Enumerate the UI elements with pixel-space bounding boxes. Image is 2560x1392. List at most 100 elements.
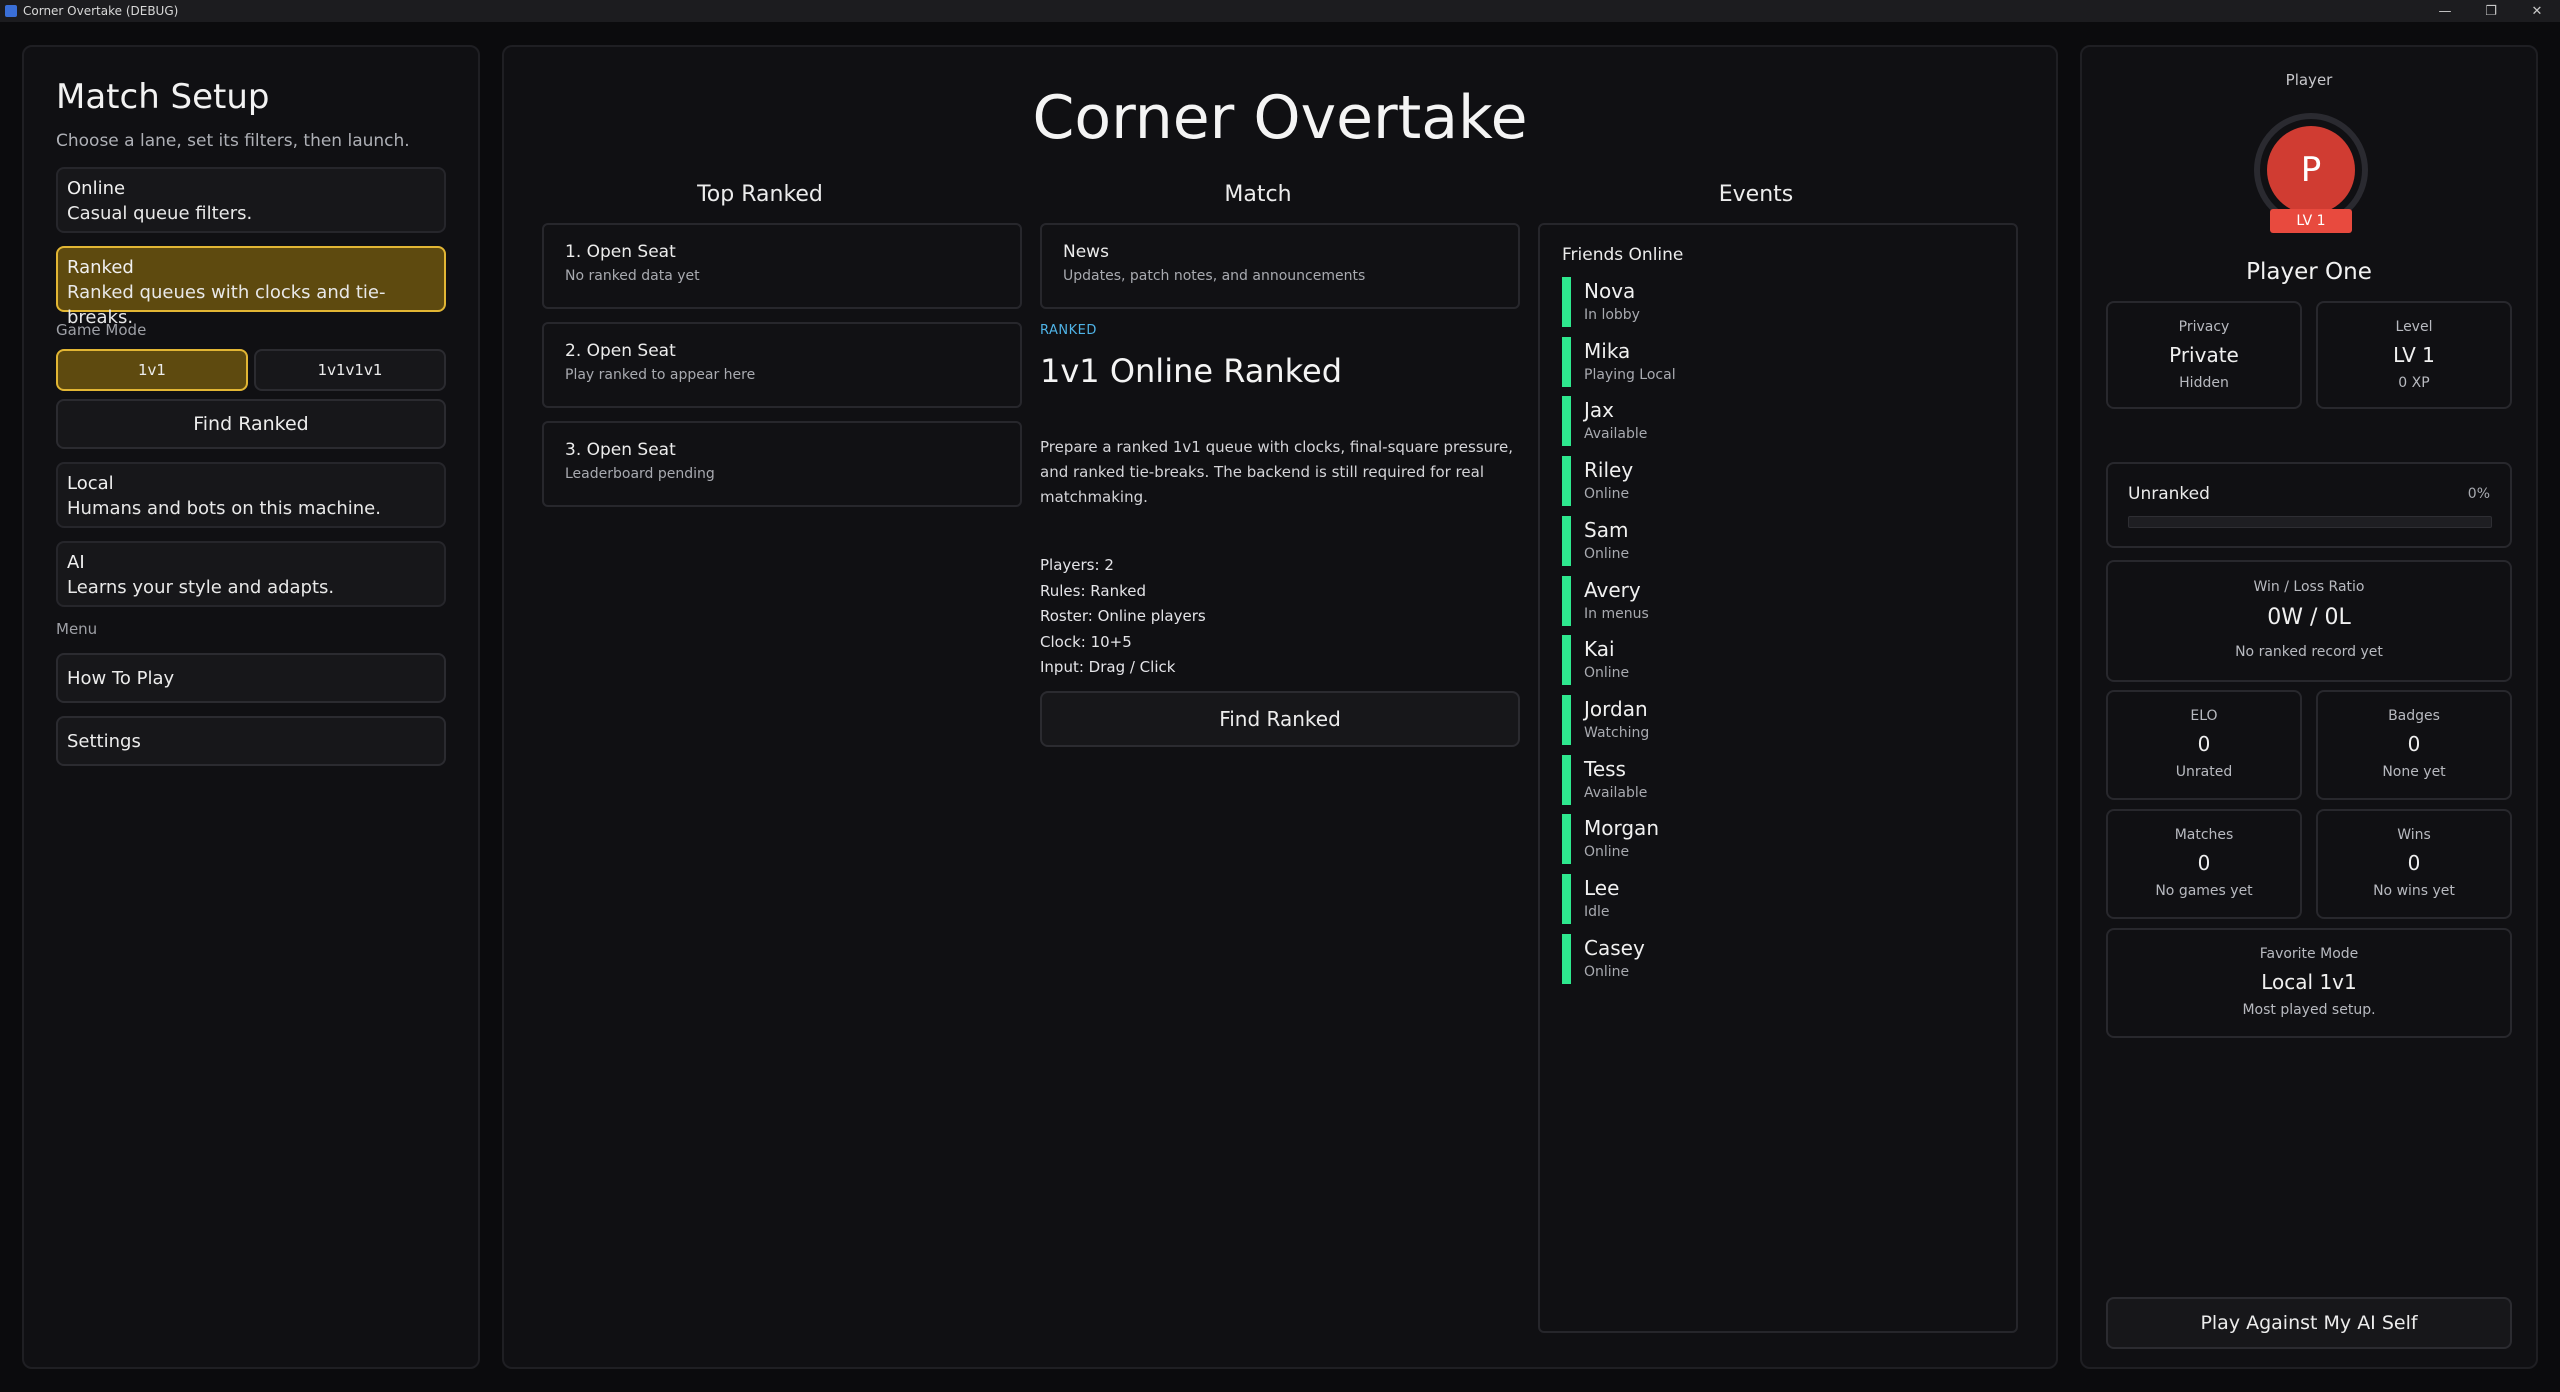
tile-value: 0 [2197, 732, 2211, 756]
friend-name: Jax [1584, 398, 1614, 423]
friend-status: Online [1584, 963, 1630, 980]
card-subtitle: No ranked data yet [565, 268, 700, 284]
top-ranked-card-2[interactable]: 2. Open Seat Play ranked to appear here [542, 322, 1022, 408]
tile-label: Wins [2397, 827, 2431, 843]
player-panel: Player P LV 1 Player One Privacy Private… [2080, 45, 2538, 1369]
window-title: Corner Overtake (DEBUG) [23, 4, 179, 18]
tile-label: Privacy [2178, 319, 2230, 335]
status-indicator [1562, 635, 1571, 686]
level-tile: Level LV 1 0 XP [2316, 301, 2512, 409]
tile-sub: No games yet [2155, 883, 2253, 899]
friend-name: Sam [1584, 517, 1629, 542]
lane-name: Local [67, 473, 114, 494]
mode-1v1-button[interactable]: 1v1 [56, 349, 248, 391]
tile-value: Local 1v1 [2261, 970, 2357, 994]
rank-label: Unranked [2128, 484, 2210, 504]
friends-panel: Friends Online Nova In lobby Mika Playing L… [1538, 223, 2018, 1333]
friend-status: In menus [1584, 605, 1649, 622]
how-to-play-button[interactable]: How To Play [56, 653, 446, 703]
lane-name: Online [67, 178, 126, 199]
top-ranked-card-1[interactable]: 1. Open Seat No ranked data yet [542, 223, 1022, 309]
tile-label: Matches [2174, 827, 2234, 843]
mode-1v1v1v1-button[interactable]: 1v1v1v1 [254, 349, 446, 391]
tile-sub: Unrated [2175, 764, 2233, 780]
lane-online[interactable]: Online Casual queue filters. [56, 167, 446, 233]
friend-status: Watching [1584, 724, 1650, 741]
friend-status: Online [1584, 665, 1630, 682]
match-stats: Players: 2 Rules: Ranked Roster: Online … [1040, 553, 1206, 681]
play-against-ai-self-button[interactable]: Play Against My AI Self [2106, 1297, 2512, 1349]
lane-description: Learns your style and adapts. [67, 577, 335, 598]
elo-tile: ELO 0 Unrated [2106, 690, 2302, 800]
tile-value: 0 [2407, 851, 2421, 875]
card-title: 2. Open Seat [565, 341, 676, 361]
status-indicator [1562, 396, 1571, 447]
find-ranked-button[interactable]: Find Ranked [1040, 691, 1520, 747]
friend-name: Casey [1584, 935, 1645, 960]
rank-progress-box: Unranked 0% [2106, 462, 2512, 548]
lane-ranked[interactable]: Ranked Ranked queues with clocks and tie… [56, 246, 446, 328]
friend-name: Avery [1584, 577, 1641, 602]
window-titlebar: Corner Overtake (DEBUG) — ❐ ✕ [0, 0, 2560, 22]
status-indicator [1562, 575, 1571, 626]
settings-button[interactable]: Settings [56, 716, 446, 766]
news-card[interactable]: News Updates, patch notes, and announcem… [1040, 223, 1520, 309]
tile-label: Level [2395, 319, 2433, 335]
status-indicator [1562, 456, 1571, 507]
minimize-button[interactable]: — [2422, 0, 2468, 22]
friend-name: Riley [1584, 458, 1634, 483]
stat-input: Input: Drag / Click [1040, 658, 1176, 676]
tile-label: ELO [2190, 708, 2218, 724]
match-tag: RANKED [1040, 323, 1097, 338]
friend-status: Playing Local [1584, 366, 1676, 383]
friend-status: Available [1584, 784, 1648, 801]
friend-name: Kai [1584, 637, 1615, 662]
stat-rules: Rules: Ranked [1040, 581, 1146, 600]
rank-progress-bar [2128, 516, 2492, 528]
match-header: Match [1224, 182, 1292, 207]
matches-tile: Matches 0 No games yet [2106, 809, 2302, 919]
friend-status: Online [1584, 844, 1630, 861]
friend-name: Tess [1584, 756, 1626, 781]
privacy-tile[interactable]: Privacy Private Hidden [2106, 301, 2302, 409]
events-header: Events [1718, 182, 1794, 207]
status-indicator [1562, 814, 1571, 865]
game-mode-label: Game Mode [56, 321, 147, 339]
tile-label: Badges [2388, 708, 2440, 724]
level-badge: LV 1 [2270, 209, 2352, 233]
find-ranked-button-left[interactable]: Find Ranked [56, 399, 446, 449]
close-button[interactable]: ✕ [2514, 0, 2560, 22]
avatar[interactable]: P [2267, 126, 2355, 214]
favorite-mode-tile: Favorite Mode Local 1v1 Most played setu… [2106, 928, 2512, 1038]
status-indicator [1562, 874, 1571, 924]
friend-name: Mika [1584, 338, 1631, 363]
stat-roster: Roster: Online players [1040, 607, 1206, 625]
friend-status: Available [1584, 426, 1648, 443]
maximize-button[interactable]: ❐ [2468, 0, 2514, 22]
friend-status: Online [1584, 486, 1630, 503]
card-subtitle: Play ranked to appear here [565, 367, 756, 383]
tile-label: Favorite Mode [2259, 946, 2359, 962]
news-title: News [1063, 242, 1109, 262]
lane-description: Humans and bots on this machine. [67, 498, 381, 519]
match-description: Prepare a ranked 1v1 queue with clocks, … [1040, 438, 1514, 506]
tile-value: 0 [2197, 851, 2211, 875]
tile-value: 0W / 0L [2267, 605, 2351, 630]
match-title: 1v1 Online Ranked [1040, 352, 1343, 390]
card-subtitle: Leaderboard pending [565, 466, 715, 482]
lane-ai[interactable]: AI Learns your style and adapts. [56, 541, 446, 607]
stat-players: Players: 2 [1040, 556, 1114, 574]
friend-name: Nova [1584, 279, 1636, 303]
status-indicator [1562, 933, 1571, 984]
tile-value: 0 [2407, 732, 2421, 756]
lane-name: AI [67, 552, 85, 573]
lane-local[interactable]: Local Humans and bots on this machine. [56, 462, 446, 528]
match-setup-panel: Match Setup Choose a lane, set its filte… [22, 45, 480, 1369]
tile-sub: None yet [2382, 764, 2446, 780]
tile-sub: Most played setup. [2242, 1002, 2376, 1018]
top-ranked-card-3[interactable]: 3. Open Seat Leaderboard pending [542, 421, 1022, 507]
news-subtitle: Updates, patch notes, and announcements [1063, 268, 1366, 284]
match-setup-title: Match Setup [56, 77, 270, 117]
rank-percent: 0% [2467, 486, 2490, 502]
main-panel: Corner Overtake Top Ranked Match Events … [502, 45, 2058, 1369]
